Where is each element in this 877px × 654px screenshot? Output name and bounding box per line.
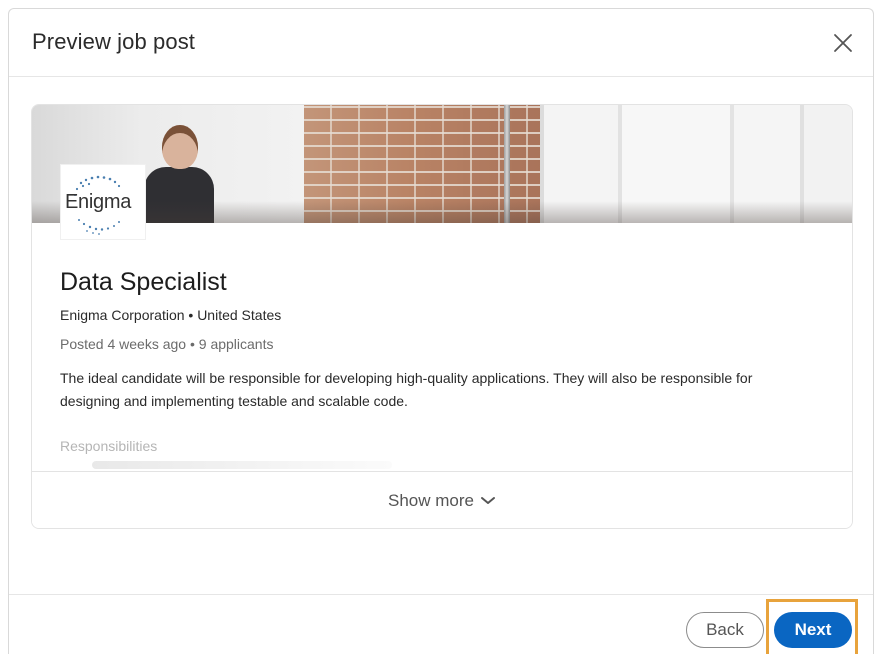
chevron-down-icon (480, 497, 495, 504)
show-more-label: Show more (388, 491, 474, 510)
responsibilities-heading: Responsibilities (60, 438, 158, 454)
company-logo: Enigma (60, 164, 146, 240)
job-company-location: Enigma Corporation • United States (60, 307, 282, 323)
job-title: Data Specialist (60, 268, 227, 296)
dialog-header: Preview job post (9, 9, 873, 77)
close-button[interactable] (829, 29, 857, 57)
job-description: The ideal candidate will be responsible … (60, 370, 753, 409)
job-posted-meta: Posted 4 weeks ago • 9 applicants (60, 336, 274, 352)
job-banner-image (32, 105, 852, 223)
next-button[interactable]: Next (774, 612, 852, 648)
preview-job-post-dialog: Preview job post Enigma Data Specialist … (8, 8, 874, 654)
back-button[interactable]: Back (686, 612, 764, 648)
dialog-footer: Back Next (9, 594, 873, 654)
company-logo-text: Enigma (65, 191, 132, 213)
dialog-title: Preview job post (32, 29, 196, 54)
close-icon (834, 34, 852, 52)
faded-text-line (92, 461, 392, 469)
show-more-button[interactable]: Show more (32, 471, 852, 528)
job-preview-card: Enigma Data Specialist Enigma Corporatio… (31, 104, 853, 529)
